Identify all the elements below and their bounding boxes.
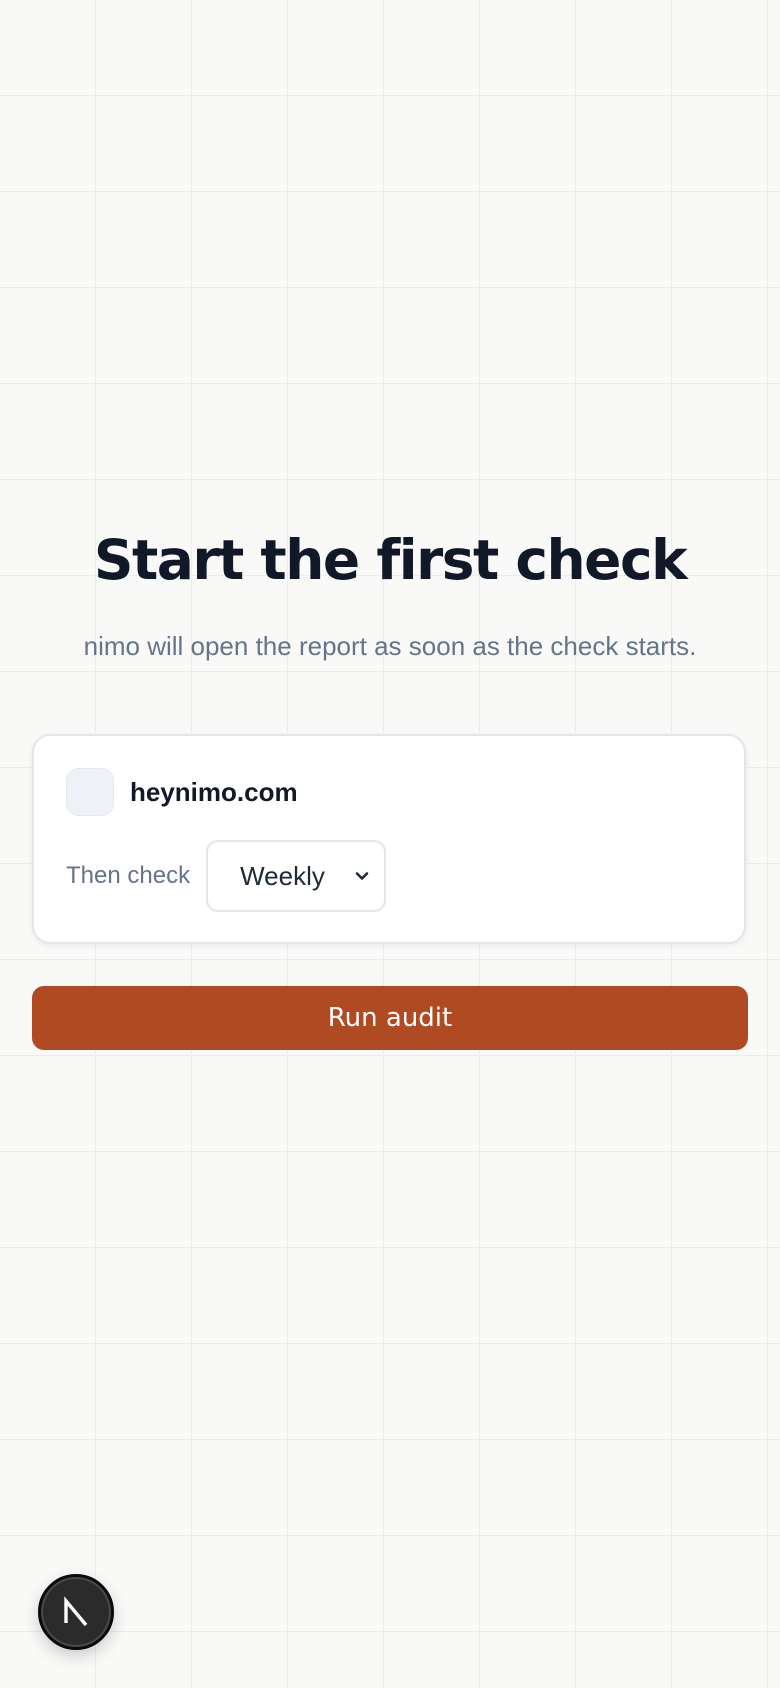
nextjs-dev-badge[interactable]	[38, 1574, 114, 1650]
chevron-down-icon	[355, 872, 369, 880]
run-audit-button[interactable]: Run audit	[32, 986, 748, 1050]
page-title: Start the first check	[93, 528, 688, 592]
frequency-select[interactable]: Weekly	[206, 840, 387, 912]
page-subtitle: nimo will open the report as soon as the…	[83, 631, 697, 661]
site-row: heynimo.com	[66, 768, 298, 816]
schedule-label: Then check	[66, 862, 191, 889]
favicon-placeholder-icon	[66, 768, 114, 816]
site-domain: heynimo.com	[130, 776, 298, 807]
nextjs-logo-icon	[64, 1596, 88, 1627]
frequency-selected-value: Weekly	[240, 860, 325, 891]
audit-setup-card: heynimo.com Then check Weekly	[32, 734, 746, 944]
schedule-row: Then check Weekly	[66, 840, 387, 912]
